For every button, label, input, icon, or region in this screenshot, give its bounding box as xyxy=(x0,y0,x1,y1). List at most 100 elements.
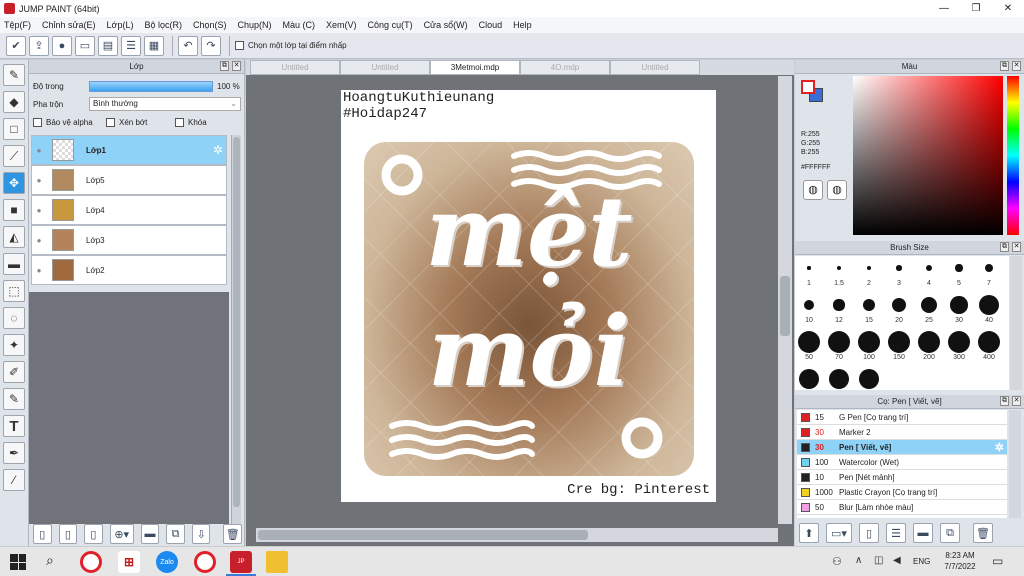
gear-icon[interactable]: ✲ xyxy=(995,441,1004,454)
opera-gx-icon[interactable] xyxy=(194,551,216,573)
document-canvas[interactable]: HoangtuKuthieunang #Hoidap247 mệt mỏi Cr… xyxy=(341,90,716,502)
duplicate-icon[interactable]: ⧉ xyxy=(166,524,185,544)
menu-cloud[interactable]: Cloud xyxy=(479,20,503,30)
file-explorer-icon[interactable] xyxy=(266,551,288,573)
select-eraser-icon[interactable]: ✎ xyxy=(3,388,25,410)
panel-float-icon[interactable]: ⧉ xyxy=(1000,242,1009,252)
brush-duplicate-icon[interactable]: ⧉ xyxy=(940,523,960,543)
network-icon[interactable]: ◫ xyxy=(874,555,883,566)
brush-size-dot[interactable] xyxy=(918,331,940,353)
layer-row[interactable]: ● Lớp4 xyxy=(31,195,227,225)
people-icon[interactable]: ⚇ xyxy=(832,555,842,568)
brush-page-icon[interactable]: ▯ xyxy=(859,523,879,543)
brush-size-dot[interactable] xyxy=(833,299,845,311)
menu-tools[interactable]: Công cụ(T) xyxy=(368,20,413,30)
brush-size-dot[interactable] xyxy=(799,369,819,389)
magic-wand-icon[interactable]: ✦ xyxy=(3,334,25,356)
canvas-vscrollbar[interactable] xyxy=(778,76,792,524)
layer-scrollbar[interactable] xyxy=(231,135,241,524)
cloud-check-icon[interactable]: ✔ xyxy=(6,35,26,56)
brush-size-dot[interactable] xyxy=(858,331,880,353)
pen-item[interactable]: 10 Pen [Nét mảnh] xyxy=(797,470,1007,485)
menu-help[interactable]: Help xyxy=(513,20,532,30)
minimize-button[interactable]: — xyxy=(928,0,960,17)
color-saturation-field[interactable] xyxy=(853,76,1003,235)
brush-size-dot[interactable] xyxy=(837,266,841,270)
brush-scrollbar[interactable] xyxy=(1010,256,1022,390)
brush-size-dot[interactable] xyxy=(896,265,902,271)
brush-size-dot[interactable] xyxy=(948,331,970,353)
panel-float-icon[interactable]: ⧉ xyxy=(1000,396,1009,406)
comment-icon[interactable]: ▭ xyxy=(75,35,95,56)
brush-size-dot[interactable] xyxy=(921,297,937,313)
pen-item[interactable]: 15 G Pen [Cọ trang trí] xyxy=(797,410,1007,425)
new-1bit-layer-icon[interactable]: ▯ xyxy=(84,524,103,544)
palette-settings-icon[interactable]: ◍ xyxy=(827,180,847,200)
brush-size-dot[interactable] xyxy=(955,264,963,272)
menu-file[interactable]: Tệp(F) xyxy=(4,20,31,30)
zalo-icon[interactable]: Zalo xyxy=(156,551,178,573)
menu-color[interactable]: Màu (C) xyxy=(283,20,316,30)
clock[interactable]: 8:23 AM 7/7/2022 xyxy=(940,550,980,572)
brush-size-dot[interactable] xyxy=(807,266,811,270)
export-icon[interactable]: ⇪ xyxy=(29,35,49,56)
add-layer-menu-icon[interactable]: ⊕▾ xyxy=(109,524,134,544)
list-icon[interactable]: ☰ xyxy=(121,35,141,56)
select-pen-icon[interactable]: ✐ xyxy=(3,361,25,383)
new-layer-icon[interactable]: ▯ xyxy=(33,524,52,544)
protect-alpha-checkbox[interactable] xyxy=(33,117,42,127)
blend-select[interactable]: Bình thường ⌄ xyxy=(89,97,241,111)
menu-select[interactable]: Chọn(S) xyxy=(193,20,227,30)
tab-untitled[interactable]: Untitled xyxy=(610,60,700,75)
menu-window[interactable]: Cửa sổ(W) xyxy=(424,20,468,30)
text-tool-icon[interactable]: T xyxy=(3,415,25,437)
speech-bubble-icon[interactable]: ● xyxy=(52,35,72,56)
scrollbar-thumb[interactable] xyxy=(233,137,240,507)
brush-menu-icon[interactable]: ▭▾ xyxy=(826,523,852,543)
primary-color-swatch[interactable] xyxy=(801,80,815,94)
trash-icon[interactable]: 🗑 xyxy=(223,524,243,544)
pen-scrollbar[interactable] xyxy=(1009,410,1021,518)
add-brush-icon[interactable]: ⬆ xyxy=(799,523,819,543)
layer-row[interactable]: ● Lớp2 xyxy=(31,255,227,285)
panel-float-icon[interactable]: ⧉ xyxy=(220,61,229,71)
search-icon[interactable]: ⌕ xyxy=(46,552,54,569)
panel-close-icon[interactable]: ✕ xyxy=(232,61,241,71)
notification-icon[interactable]: ▭ xyxy=(992,554,1003,568)
brush-tool-icon[interactable]: ✎ xyxy=(3,64,25,86)
clip-checkbox[interactable] xyxy=(106,117,115,127)
bucket-tool-icon[interactable]: ◭ xyxy=(3,226,25,248)
visibility-icon[interactable]: ● xyxy=(32,176,46,185)
hue-slider[interactable] xyxy=(1007,76,1019,235)
rectangle-tool-icon[interactable]: □ xyxy=(3,118,25,140)
palette-icon[interactable]: ◍ xyxy=(803,180,823,200)
canvas-hscrollbar[interactable] xyxy=(256,528,778,542)
menu-layer[interactable]: Lớp(L) xyxy=(107,20,134,30)
brush-size-dot[interactable] xyxy=(828,331,850,353)
visibility-icon[interactable]: ● xyxy=(32,146,46,155)
select-layer-checkbox[interactable] xyxy=(235,41,244,50)
brush-size-dot[interactable] xyxy=(978,294,1000,316)
fill-rect-tool-icon[interactable]: ■ xyxy=(3,199,25,221)
pen-item[interactable]: 30 Marker 2 xyxy=(797,425,1007,440)
brush-list-icon[interactable]: ☰ xyxy=(886,523,906,543)
tab-4o[interactable]: 4O.mdp xyxy=(520,60,610,75)
pen-item[interactable]: 1000 Plastic Crayon [Cọ trang trí] xyxy=(797,485,1007,500)
panel-close-icon[interactable]: ✕ xyxy=(1012,61,1021,71)
menu-filter[interactable]: Bộ lọc(R) xyxy=(144,20,182,30)
brush-size-dot[interactable] xyxy=(978,331,1000,353)
opera-icon[interactable] xyxy=(80,551,102,573)
redo-icon[interactable]: ↷ xyxy=(201,35,221,56)
language-indicator[interactable]: ENG xyxy=(913,557,930,566)
undo-icon[interactable]: ↶ xyxy=(178,35,198,56)
visibility-icon[interactable]: ● xyxy=(32,236,46,245)
visibility-icon[interactable]: ● xyxy=(32,266,46,275)
eraser-tool-icon[interactable]: ◆ xyxy=(3,91,25,113)
opacity-slider[interactable] xyxy=(89,80,213,92)
pen-tool-icon[interactable]: ✒ xyxy=(3,442,25,464)
menu-edit[interactable]: Chỉnh sửa(E) xyxy=(42,20,96,30)
gear-icon[interactable]: ✲ xyxy=(213,143,223,157)
brush-size-dot[interactable] xyxy=(798,331,820,353)
grid-icon[interactable]: ▦ xyxy=(144,35,164,56)
brush-size-dot[interactable] xyxy=(866,265,872,271)
